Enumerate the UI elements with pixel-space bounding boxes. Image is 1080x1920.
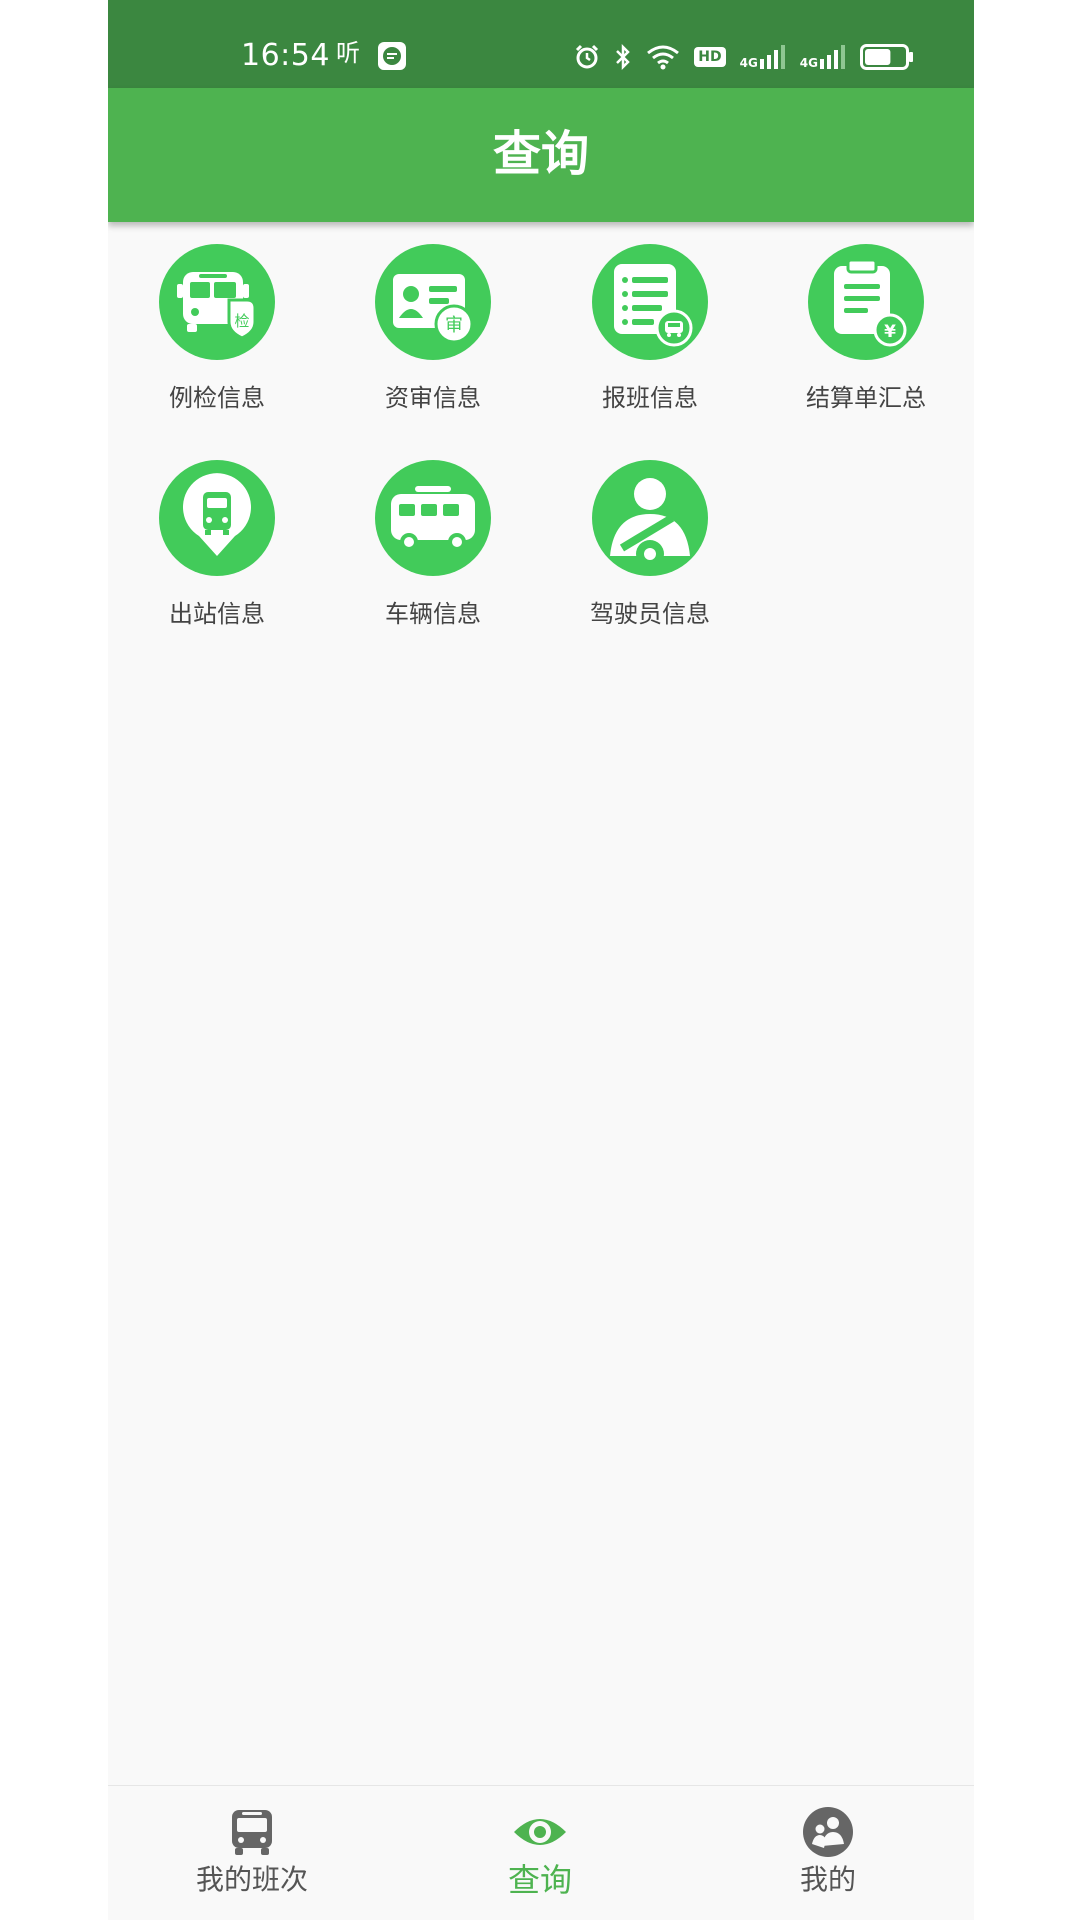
nav-label: 我的班次 [195,1863,308,1896]
nav-label: 查询 [507,1861,572,1899]
menu-item-qualification[interactable]: 审 资审信息 [333,244,533,434]
status-bar: 16:54 听 HD 4G 4G [108,0,974,88]
battery-fill [865,49,891,65]
menu-item-vehicle[interactable]: 车辆信息 [333,460,533,650]
bus-icon [232,1810,272,1855]
menu-item-label: 车辆信息 [385,600,481,628]
signal-4g-icon-1: 4G [740,45,786,69]
svg-text:¥: ¥ [884,322,896,342]
phone-screen: 16:54 听 HD 4G 4G 查询 检 例检信息 审 资审信息 报班信息 ¥… [108,0,974,1920]
bottom-navigation: 我的班次 查询 我的 [108,1785,974,1920]
signal-4g-icon-2: 4G [800,45,846,69]
menu-item-label: 例检信息 [169,384,265,412]
menu-item-label: 出站信息 [169,600,265,628]
id-card-review-icon: 审 [375,244,491,360]
menu-item-label: 结算单汇总 [806,384,926,412]
eye-icon [514,1819,566,1845]
svg-text:检: 检 [234,312,249,330]
menu-item-label: 报班信息 [602,384,698,412]
status-icons: HD 4G 4G [574,40,914,74]
menu-item-label: 资审信息 [385,384,481,412]
nav-item-query[interactable]: 查询 [396,1786,684,1920]
menu-item-label: 驾驶员信息 [590,600,710,628]
page-title: 查询 [492,126,589,182]
menu-item-settlement[interactable]: ¥ 结算单汇总 [766,244,966,434]
nav-label: 我的 [799,1863,856,1896]
hd-voice-icon: HD [694,47,726,67]
menu-item-schedule[interactable]: 报班信息 [550,244,750,434]
schedule-list-icon [592,244,708,360]
wifi-icon [647,45,680,70]
bus-inspection-icon: 检 [159,244,275,360]
svg-text:审: 审 [445,315,463,336]
battery-icon [860,44,913,70]
bluetooth-icon [616,43,631,71]
driver-icon [592,460,708,576]
app-bar: 查询 [108,88,974,222]
chat-app-icon [378,42,406,76]
clipboard-yen-icon: ¥ [808,244,924,360]
status-time: 16:54 [241,38,330,73]
alarm-icon [576,44,599,69]
nav-item-profile[interactable]: 我的 [684,1786,972,1920]
menu-item-inspection[interactable]: 检 例检信息 [117,244,317,434]
listen-app-icon: 听 [336,39,360,67]
vehicle-icon [375,460,491,576]
nav-item-my-shifts[interactable]: 我的班次 [108,1786,396,1920]
menu-item-departure[interactable]: 出站信息 [117,460,317,650]
menu-item-driver[interactable]: 驾驶员信息 [550,460,750,650]
user-icon [803,1807,853,1857]
station-location-icon [159,460,275,576]
